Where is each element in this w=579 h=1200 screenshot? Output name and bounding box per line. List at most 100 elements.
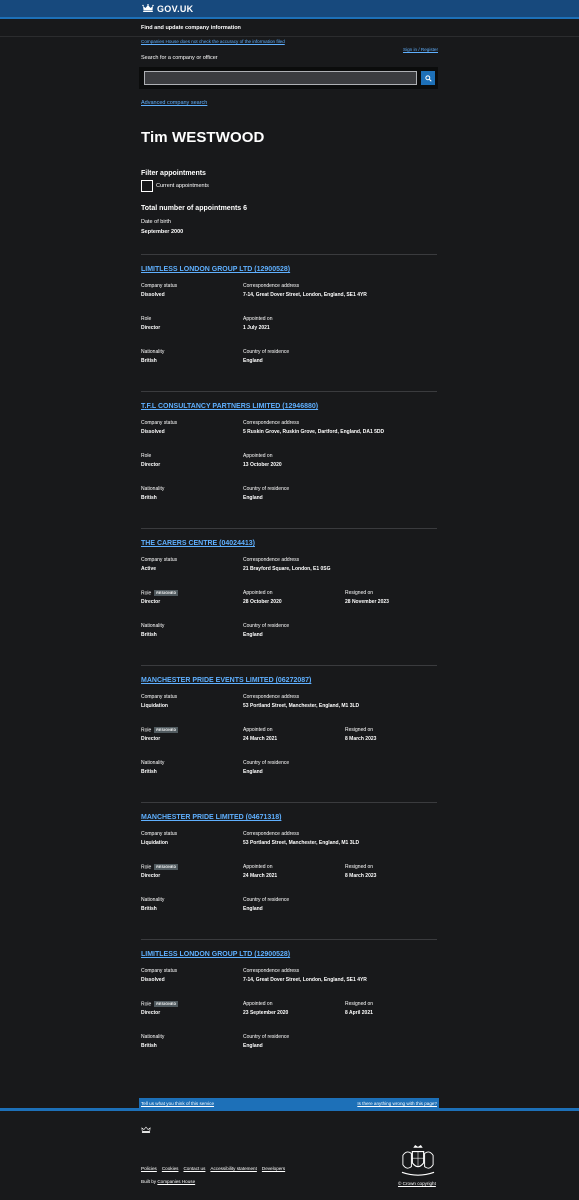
nationality-value: British [141,769,157,775]
appointment-company-link[interactable]: MANCHESTER PRIDE EVENTS LIMITED (0627208… [141,677,311,684]
appointment-item: LIMITLESS LONDON GROUP LTD (12900528) Com… [141,939,437,1076]
appointment-item: MANCHESTER PRIDE LIMITED (04671318) Compa… [141,802,437,939]
nationality-value: British [141,632,157,638]
govuk-header: GOV.UK [0,0,579,19]
resigned-tag: RESIGNED [154,1001,179,1007]
appointment-item: MANCHESTER PRIDE EVENTS LIMITED (0627208… [141,665,437,802]
crown-icon [141,1126,151,1133]
correspondence-address-value: 53 Portland Street, Manchester, England,… [243,703,360,709]
officer-name: Tim WESTWOOD [141,129,265,146]
current-appointments-label[interactable]: Current appointments [156,183,209,189]
appointment-company-link[interactable]: T.F.L CONSULTANCY PARTNERS LIMITED (1294… [141,403,318,410]
role-cell: Role RESIGNED Director [141,1001,179,1017]
footer-link-accessibility-statement[interactable]: Accessibility statement [210,1166,256,1171]
correspondence-address-cell: Correspondence address 7-14, Great Dover … [243,283,367,298]
resigned-on-value: 8 April 2021 [345,1010,373,1016]
footer-link-cookies[interactable]: Cookies [162,1166,179,1171]
correspondence-address-label: Correspondence address [243,831,300,837]
built-by-prefix: Built by [141,1179,158,1184]
country-of-residence-cell: Country of residence England [243,486,289,501]
advanced-search-link[interactable]: Advanced company search [141,100,207,106]
company-status-label: Company status [141,557,178,563]
current-appointments-checkbox[interactable] [141,180,153,192]
resigned-on-label: Resigned on [345,727,374,733]
service-name[interactable]: Find and update company information [141,25,241,31]
resigned-on-value: 8 March 2023 [345,873,377,879]
country-of-residence-label: Country of residence [243,623,290,629]
role-label: Role [141,453,152,459]
correspondence-address-value: 7-14, Great Dover Street, London, Englan… [243,292,367,298]
resigned-on-label: Resigned on [345,590,374,596]
country-of-residence-label: Country of residence [243,1034,290,1040]
appointed-on-value: 23 September 2020 [243,1010,289,1016]
country-of-residence-cell: Country of residence England [243,623,289,638]
nationality-value: British [141,1043,157,1049]
search-input[interactable] [144,71,417,85]
built-by: Built by Companies House [141,1179,195,1184]
appointed-on-cell: Appointed on 28 October 2020 [243,590,282,605]
resigned-on-value: 8 March 2023 [345,736,377,742]
appointed-on-label: Appointed on [243,316,273,322]
govuk-logo-text: GOV.UK [157,3,194,14]
nationality-label: Nationality [141,1034,165,1040]
search-icon [424,74,432,82]
feedback-link[interactable]: Tell us what you think of this service [141,1101,214,1106]
company-status-value: Liquidation [141,840,168,846]
companies-house-link[interactable]: Companies House [157,1179,195,1184]
nationality-cell: Nationality British [141,1034,164,1049]
role-label: Role [141,864,152,871]
filter-current-appointments[interactable]: Current appointments [0,180,579,192]
role-cell: Role RESIGNED Director [141,864,179,879]
appointed-on-label: Appointed on [243,727,273,733]
resigned-on-label: Resigned on [345,864,374,870]
footer-link-policies[interactable]: Policies [141,1166,157,1171]
role-cell: Role RESIGNED Director [141,727,179,742]
nationality-label: Nationality [141,623,165,629]
appointment-company-link[interactable]: LIMITLESS LONDON GROUP LTD (12900528) [141,951,290,958]
footer: Policies Cookies Contact us Accessibility s… [0,1108,579,1200]
crown-icon [142,4,154,12]
report-problem-link[interactable]: Is there anything wrong with this page? [357,1101,437,1106]
nationality-label: Nationality [141,349,165,355]
country-of-residence-cell: Country of residence England [243,897,289,912]
footer-link-developers[interactable]: Developers [262,1166,285,1171]
correspondence-address-cell: Correspondence address 53 Portland Street… [243,694,359,709]
country-of-residence-cell: Country of residence England [243,349,289,364]
country-of-residence-value: England [243,906,263,912]
country-of-residence-cell: Country of residence England [243,1034,289,1049]
service-bar: Find and update company information [0,19,579,37]
nationality-value: British [141,495,157,501]
search-button[interactable] [421,71,435,85]
company-status-label: Company status [141,420,178,426]
appointment-company-link[interactable]: THE CARERS CENTRE (04024413) [141,540,255,547]
role-value: Director [141,1010,161,1017]
govuk-logo[interactable]: GOV.UK [142,4,193,14]
correspondence-address-value: 5 Ruskin Grove, Ruskin Grove, Dartford, … [243,429,385,435]
role-label: Role [141,590,152,597]
country-of-residence-value: England [243,1043,263,1049]
resigned-on-value: 28 November 2023 [345,599,389,605]
role-value: Director [141,599,161,606]
resigned-tag: RESIGNED [154,864,179,870]
footer-link-contact-us[interactable]: Contact us [183,1166,205,1171]
sign-in-register-link[interactable]: Sign in / Register [403,47,438,52]
correspondence-address-cell: Correspondence address 53 Portland Street… [243,831,359,846]
correspondence-address-cell: Correspondence address 5 Ruskin Grove, Ru… [243,420,384,435]
role-label: Role [141,727,152,734]
nationality-label: Nationality [141,760,165,766]
nationality-label: Nationality [141,486,165,492]
role-cell: Role Director [141,453,160,468]
correspondence-address-label: Correspondence address [243,557,300,563]
correspondence-address-label: Correspondence address [243,420,300,426]
crown-copyright-link[interactable]: © Crown copyright [398,1181,436,1186]
appointed-on-label: Appointed on [243,590,273,596]
company-status-cell: Company status Liquidation [141,694,177,709]
correspondence-address-cell: Correspondence address 21 Brayford Square… [243,557,331,572]
appointment-company-link[interactable]: LIMITLESS LONDON GROUP LTD (12900528) [141,266,290,273]
role-value: Director [141,325,161,331]
correspondence-address-cell: Correspondence address 7-14, Great Dover … [243,968,367,983]
appointment-company-link[interactable]: MANCHESTER PRIDE LIMITED (04671318) [141,814,281,821]
resigned-on-cell: Resigned on 8 March 2023 [345,864,376,879]
accuracy-notice-link[interactable]: Companies House does not check the accur… [141,39,285,44]
search-label: Search for a company or officer [141,55,218,61]
